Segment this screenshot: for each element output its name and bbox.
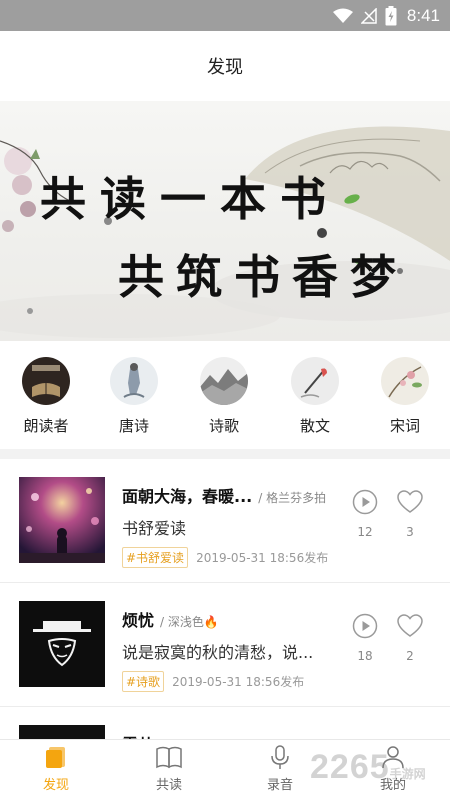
item-title: 烦忧: [122, 611, 155, 630]
item-author[interactable]: / 格兰芬多拍: [258, 491, 326, 505]
promo-banner[interactable]: 共读一本书 共筑书香梦: [0, 101, 450, 341]
like-count: 2: [406, 649, 414, 663]
item-subtitle: 说是寂寞的秋的清愁，说...: [122, 643, 314, 662]
play-button[interactable]: 18: [351, 613, 379, 663]
item-date: 2019-05-31 18:56发布: [172, 675, 305, 689]
item-tag[interactable]: #书舒爱读: [122, 547, 189, 568]
list-item[interactable]: 面朝大海，春暖... / 格兰芬多拍 书舒爱读 #书舒爱读 2019-05-31 …: [0, 459, 450, 583]
play-icon: [352, 613, 378, 639]
item-meta: #书舒爱读 2019-05-31 18:56发布: [122, 547, 328, 568]
banner-line2: 共筑书香梦: [118, 250, 408, 304]
battery-icon: [385, 5, 397, 26]
list-item[interactable]: 烦忧 / 深浅色🔥 说是寂寞的秋的清愁，说... #诗歌 2019-05-31 1…: [0, 583, 450, 707]
item-thumbnail: [19, 477, 105, 563]
like-button[interactable]: 2: [395, 613, 425, 663]
item-thumbnail: [19, 601, 105, 687]
item-title-row: 面朝大海，春暖... / 格兰芬多拍: [122, 483, 350, 507]
category-prose[interactable]: 散文: [280, 357, 350, 436]
tab-label: 共读: [155, 778, 182, 793]
tang-poetry-icon: [110, 357, 158, 405]
play-count: 12: [357, 525, 373, 539]
item-author[interactable]: / 深浅色🔥: [160, 615, 219, 629]
wifi-icon: [332, 8, 353, 24]
status-bar: 8:41: [0, 0, 450, 31]
status-time: 8:41: [406, 5, 440, 25]
page-title: 发现: [207, 57, 243, 78]
tab-discover[interactable]: 发现: [21, 744, 91, 793]
site-watermark: 2265手游网: [310, 748, 426, 786]
tab-label: 录音: [266, 778, 293, 793]
heart-icon: [397, 490, 423, 513]
item-tag[interactable]: #诗歌: [122, 671, 165, 692]
play-icon: [352, 489, 378, 515]
category-poetry[interactable]: 诗歌: [189, 357, 259, 436]
category-label: 宋词: [389, 417, 420, 435]
tab-co-read[interactable]: 共读: [134, 744, 204, 793]
discover-icon: [46, 747, 65, 768]
play-count: 18: [357, 649, 373, 663]
poetry-icon: [200, 357, 248, 405]
section-divider: [0, 449, 450, 459]
category-song-ci[interactable]: 宋词: [370, 357, 440, 436]
category-label: 诗歌: [208, 417, 239, 435]
signal-icon: [360, 7, 377, 24]
item-subtitle: 书舒爱读: [122, 519, 187, 538]
category-tang-poetry[interactable]: 唐诗: [99, 357, 169, 436]
item-date: 2019-05-31 18:56发布: [196, 551, 329, 565]
tab-record[interactable]: 录音: [245, 744, 315, 793]
heart-icon: [397, 614, 423, 637]
like-count: 3: [406, 525, 414, 539]
banner-line1: 共读一本书: [40, 172, 340, 226]
like-button[interactable]: 3: [395, 489, 425, 539]
category-reader[interactable]: 朗读者: [11, 357, 81, 436]
category-label: 散文: [299, 417, 330, 435]
page-header: 发现: [0, 31, 450, 101]
item-title: 面朝大海，春暖...: [122, 487, 253, 506]
reader-icon: [22, 357, 70, 405]
microphone-icon: [271, 745, 289, 769]
prose-icon: [291, 357, 339, 405]
song-ci-icon: [381, 357, 429, 405]
item-title-row: 烦忧 / 深浅色🔥: [122, 607, 350, 631]
category-label: 唐诗: [118, 417, 149, 435]
category-label: 朗读者: [23, 417, 69, 435]
tab-label: 发现: [42, 778, 69, 793]
play-button[interactable]: 12: [351, 489, 379, 539]
category-row: 朗读者 唐诗 诗歌 散文 宋词: [0, 341, 450, 449]
book-icon: [156, 746, 182, 769]
item-meta: #诗歌 2019-05-31 18:56发布: [122, 671, 304, 692]
